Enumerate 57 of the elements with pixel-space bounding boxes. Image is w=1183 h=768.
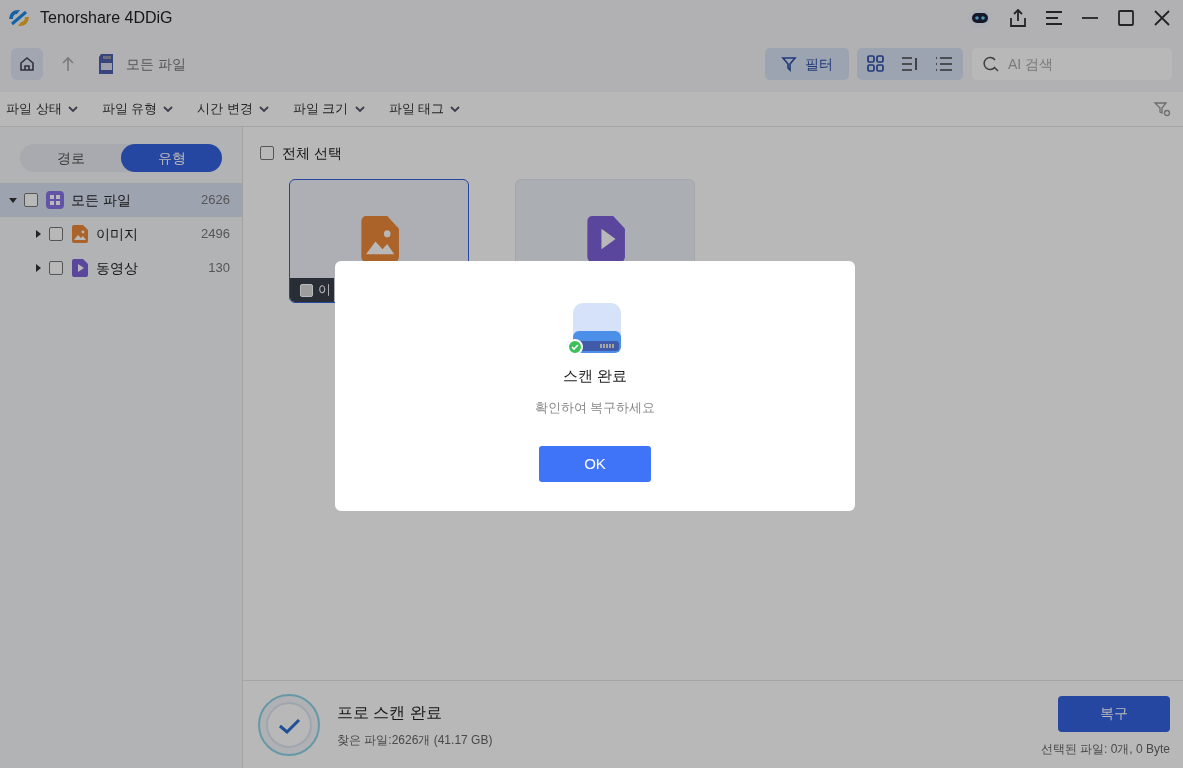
found-files-summary: 찾은 파일:2626개 (41.17 GB): [337, 731, 493, 749]
item-count: 130: [208, 259, 230, 278]
share-icon[interactable]: [1007, 7, 1029, 29]
checkbox[interactable]: [24, 193, 38, 207]
sidebar-tab[interactable]: 유형: [121, 144, 222, 172]
scan-status-title: 프로 스캔 완료: [337, 702, 443, 723]
caret-down-icon[interactable]: [8, 195, 18, 205]
grid-view-icon: [866, 54, 886, 74]
detail-view-icon: [900, 54, 920, 74]
file-card-label: 이: [318, 281, 331, 300]
list-view-icon: [934, 54, 954, 74]
search-field[interactable]: AI 검색: [972, 48, 1172, 80]
tree-item[interactable]: 동영상 130: [0, 251, 242, 285]
sidebar-tab[interactable]: 경로: [20, 144, 121, 172]
filter-dropdown[interactable]: 파일 크기: [292, 99, 365, 119]
filter-icon: [781, 56, 797, 72]
video-file-icon: [71, 259, 89, 277]
tree-item-label: 이미지: [96, 224, 138, 244]
select-all-label: 전체 선택: [282, 143, 342, 163]
tree-item-label: 모든 파일: [71, 190, 131, 210]
search-icon: [982, 55, 1000, 73]
sd-card-icon: [97, 53, 115, 75]
grid-icon: [46, 191, 64, 209]
app-title: Tenorshare 4DDiG: [40, 8, 173, 28]
chevron-down-icon: [450, 105, 461, 113]
checkbox[interactable]: [49, 227, 63, 241]
item-count: 2626: [201, 191, 230, 210]
dialog-title: 스캔 완료: [562, 366, 628, 386]
check-circle-icon: [257, 692, 321, 757]
dialog-message: 확인하여 복구하세요: [534, 398, 656, 417]
chevron-down-icon: [67, 105, 78, 113]
selected-files-info: 선택된 파일: 0개, 0 Byte: [1040, 740, 1170, 758]
checkbox[interactable]: [49, 261, 63, 275]
tree-item[interactable]: 모든 파일 2626: [0, 183, 242, 217]
tree-item-label: 동영상: [96, 258, 138, 278]
home-icon: [18, 55, 36, 73]
clear-filter-icon[interactable]: [1153, 100, 1171, 118]
filter-dropdown[interactable]: 파일 상태: [6, 99, 78, 119]
filter-dropdown[interactable]: 파일 유형: [101, 99, 174, 119]
ok-button[interactable]: OK: [539, 446, 651, 482]
filter-dropdown[interactable]: 파일 태그: [388, 99, 461, 119]
filter-button[interactable]: 필터: [765, 48, 849, 80]
chevron-down-icon: [163, 105, 174, 113]
image-file-icon: [71, 225, 89, 243]
filter-dropdown[interactable]: 시간 변경: [197, 99, 269, 119]
robot-icon[interactable]: [967, 6, 993, 30]
breadcrumb-label: 모든 파일: [126, 54, 186, 74]
home-button[interactable]: [11, 48, 43, 80]
caret-right-icon[interactable]: [33, 229, 43, 239]
chevron-down-icon: [258, 105, 269, 113]
caret-right-icon[interactable]: [33, 263, 43, 273]
maximize-icon[interactable]: [1115, 7, 1137, 29]
item-count: 2496: [201, 225, 230, 244]
select-all-checkbox[interactable]: [260, 146, 274, 160]
chevron-down-icon: [354, 105, 365, 113]
recover-button[interactable]: 복구: [1058, 695, 1170, 732]
tree-item[interactable]: 이미지 2496: [0, 217, 242, 251]
